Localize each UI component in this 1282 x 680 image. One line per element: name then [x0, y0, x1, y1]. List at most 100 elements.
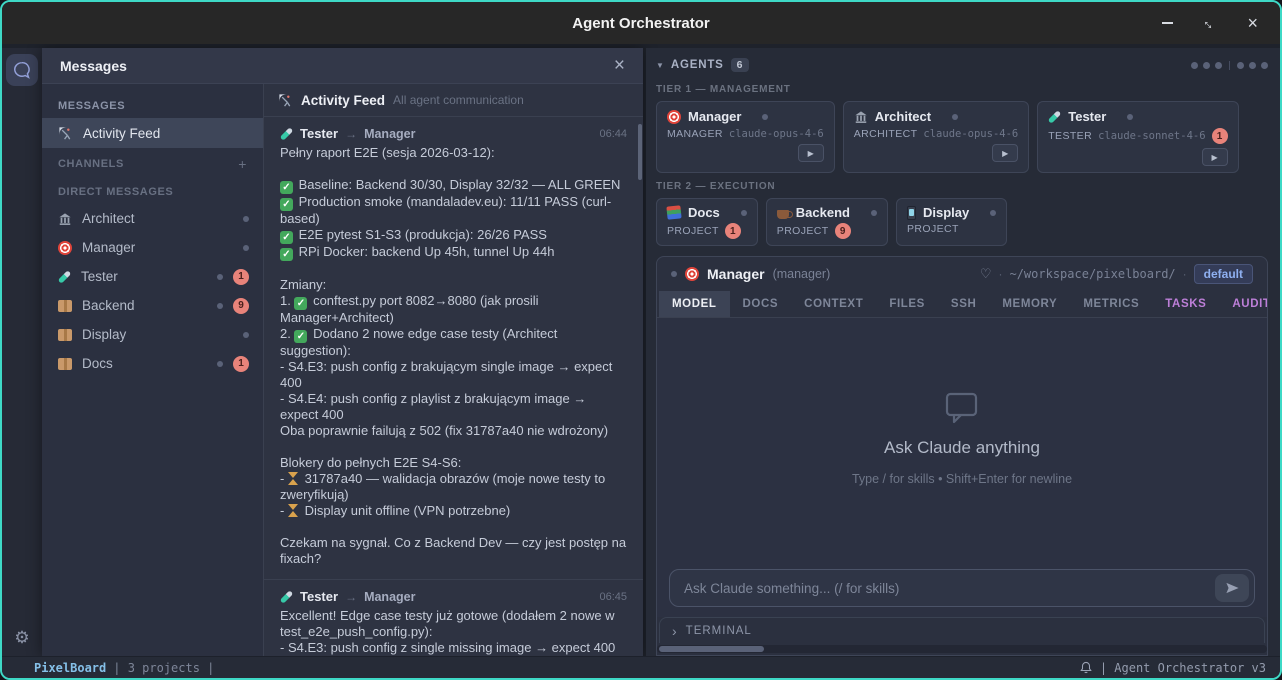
- dot-separator: [1229, 61, 1230, 70]
- tab-files[interactable]: FILES: [876, 291, 938, 317]
- testtube-icon: [280, 590, 293, 603]
- agent-card-manager[interactable]: Manager MANAGER claude-opus-4-6 ▶: [656, 101, 835, 173]
- package-icon: [58, 329, 72, 341]
- sidebar-item-architect[interactable]: Architect: [42, 204, 263, 233]
- tier2-label: TIER 2 — EXECUTION: [656, 181, 1268, 192]
- tab-context[interactable]: CONTEXT: [791, 291, 876, 317]
- message: Tester → Manager 06:44 Pełny raport E2E …: [264, 117, 643, 579]
- feed-list[interactable]: Tester → Manager 06:44 Pełny raport E2E …: [264, 117, 643, 656]
- agent-card-backend[interactable]: Backend PROJECT 9: [766, 198, 888, 246]
- dot-icon[interactable]: [1237, 62, 1244, 69]
- minimize-icon[interactable]: [1162, 22, 1173, 24]
- feed-title: Activity Feed: [301, 93, 385, 108]
- horizontal-scrollbar[interactable]: [657, 645, 1267, 653]
- agents-header[interactable]: ▼ AGENTS 6: [656, 54, 1268, 76]
- dm-item-label: Tester: [81, 269, 118, 284]
- message-body: Pełny raport E2E (sesja 2026-03-12):✓ Ba…: [280, 145, 627, 567]
- target-icon: [58, 241, 72, 255]
- agent-badge: 1: [725, 223, 741, 239]
- agent-model: claude-sonnet-4-6: [1098, 130, 1205, 142]
- profile-badge[interactable]: default: [1194, 264, 1253, 284]
- status-dot: [990, 210, 996, 216]
- phone-icon: [907, 206, 916, 220]
- run-button[interactable]: ▶: [992, 144, 1018, 162]
- sidebar-item-backend[interactable]: Backend 9: [42, 291, 263, 320]
- sidebar-item-manager[interactable]: Manager: [42, 233, 263, 262]
- dot-icon[interactable]: [1261, 62, 1268, 69]
- agent-card-display[interactable]: Display PROJECT: [896, 198, 1007, 246]
- coffee-icon: [777, 210, 789, 219]
- app-window: Agent Orchestrator ↔ × ⚙ Messages ×: [0, 0, 1282, 680]
- tab-ssh[interactable]: SSH: [938, 291, 989, 317]
- status-dot: [762, 114, 768, 120]
- messages-panel: Messages × MESSAGES Activity Feed CHANNE…: [42, 48, 643, 656]
- unread-badge: 1: [233, 356, 249, 372]
- chat-bubble-icon[interactable]: [6, 54, 38, 86]
- tab-metrics[interactable]: METRICS: [1070, 291, 1152, 317]
- tab-audit[interactable]: AUDIT: [1219, 291, 1268, 317]
- dm-item-label: Docs: [82, 356, 113, 371]
- feed-subtitle: All agent communication: [393, 93, 524, 107]
- message-from: Tester: [300, 126, 338, 141]
- terminal-toggle[interactable]: › TERMINAL: [659, 617, 1265, 643]
- close-icon[interactable]: ×: [614, 56, 625, 75]
- agent-card-docs[interactable]: Docs PROJECT 1: [656, 198, 758, 246]
- messages-sidebar: MESSAGES Activity Feed CHANNELS + DIRECT…: [42, 84, 264, 656]
- presence-dot: [243, 245, 249, 251]
- chat-empty-state: Ask Claude anything Type / for skills • …: [657, 318, 1267, 559]
- dot-icon[interactable]: [1191, 62, 1198, 69]
- send-button[interactable]: [1215, 574, 1249, 602]
- detail-agent-role: (manager): [773, 267, 831, 281]
- chevron-right-icon[interactable]: ›: [672, 623, 677, 639]
- tab-tasks[interactable]: TASKS: [1152, 291, 1219, 317]
- agents-count-badge: 6: [731, 58, 749, 72]
- activity-feed: Activity Feed All agent communication Te…: [264, 84, 643, 656]
- run-button[interactable]: ▶: [798, 144, 824, 162]
- main-area: ⚙ Messages × MESSAGES Activity Feed: [2, 44, 1280, 656]
- tab-model[interactable]: MODEL: [659, 291, 730, 317]
- arrow-icon: →: [345, 127, 357, 141]
- agent-card-tester[interactable]: Tester TESTER claude-sonnet-4-6 1 ▶: [1037, 101, 1238, 173]
- tab-docs[interactable]: DOCS: [730, 291, 792, 317]
- agent-name: Manager: [688, 109, 741, 124]
- dot-icon[interactable]: [1215, 62, 1222, 69]
- sidebar-item-display[interactable]: Display: [42, 320, 263, 349]
- empty-state-title: Ask Claude anything: [884, 438, 1040, 458]
- gear-icon[interactable]: ⚙: [14, 628, 29, 648]
- status-projects: | 3 projects |: [113, 661, 214, 675]
- sidebar-item-tester[interactable]: Tester 1: [42, 262, 263, 291]
- dm-item-label: Architect: [82, 211, 135, 226]
- channels-label: CHANNELS: [58, 158, 124, 170]
- separator-dot: ·: [998, 267, 1002, 281]
- message-time: 06:44: [599, 128, 627, 140]
- scrollbar-thumb[interactable]: [659, 646, 764, 652]
- testtube-icon: [58, 270, 71, 283]
- message-body: Excellent! Edge case testy już gotowe (d…: [280, 608, 627, 656]
- agent-name: Docs: [688, 205, 720, 220]
- testtube-icon: [280, 127, 293, 140]
- panel-dots[interactable]: [1191, 61, 1268, 70]
- run-button[interactable]: ▶: [1202, 148, 1228, 166]
- maximize-icon[interactable]: ↔: [1201, 13, 1221, 33]
- unread-badge: 1: [233, 269, 249, 285]
- chat-input[interactable]: [684, 581, 1215, 596]
- dot-icon[interactable]: [1249, 62, 1256, 69]
- feed-scrollbar[interactable]: [638, 124, 642, 180]
- heart-icon[interactable]: ♡: [980, 266, 992, 282]
- close-icon[interactable]: ×: [1247, 14, 1258, 32]
- window-title: Agent Orchestrator: [2, 15, 1280, 32]
- bell-icon[interactable]: [1079, 660, 1093, 675]
- agent-card-architect[interactable]: Architect ARCHITECT claude-opus-4-6 ▶: [843, 101, 1030, 173]
- collapse-caret-icon[interactable]: ▼: [656, 61, 664, 70]
- add-channel-button[interactable]: +: [238, 156, 247, 172]
- tab-memory[interactable]: MEMORY: [989, 291, 1070, 317]
- dm-item-label: Display: [82, 327, 126, 342]
- presence-dot: [217, 274, 223, 280]
- workspace-path[interactable]: ~/workspace/pixelboard/: [1009, 267, 1175, 281]
- sidebar-item-activity-feed[interactable]: Activity Feed: [42, 118, 263, 148]
- sidebar-item-docs[interactable]: Docs 1: [42, 349, 263, 378]
- status-dot: [1127, 114, 1133, 120]
- arrow-icon: →: [345, 590, 357, 604]
- title-bar: Agent Orchestrator ↔ ×: [2, 2, 1280, 44]
- dot-icon[interactable]: [1203, 62, 1210, 69]
